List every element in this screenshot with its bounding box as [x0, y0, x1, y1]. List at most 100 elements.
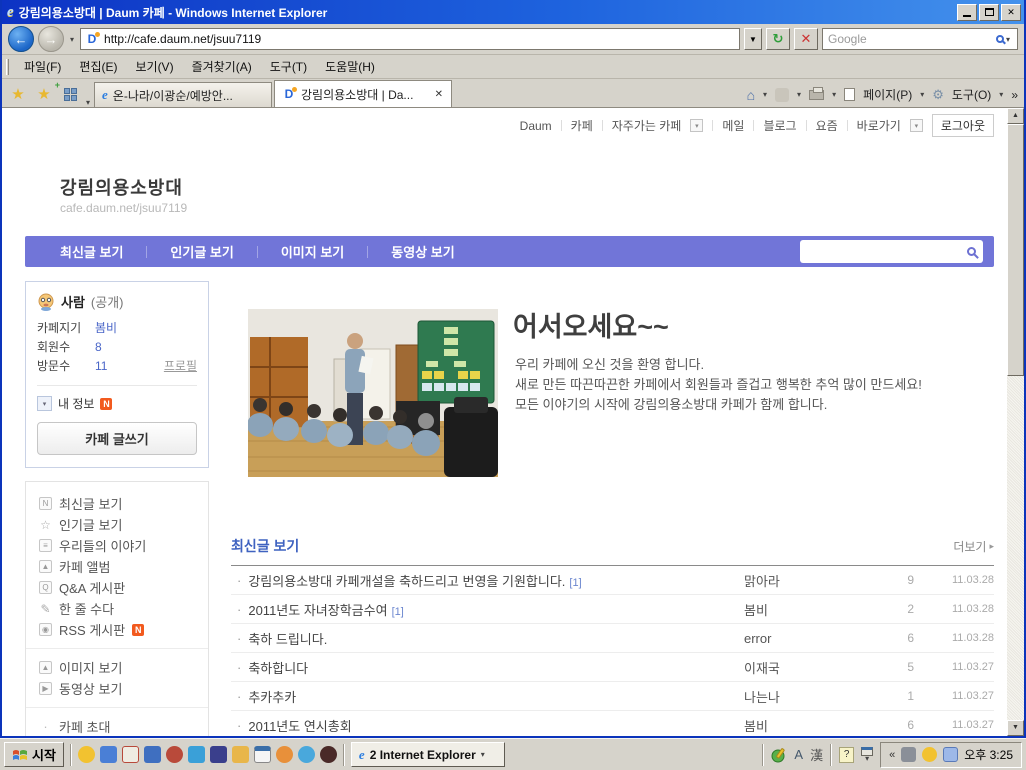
sidebar-item-latest[interactable]: N 최신글 보기: [39, 493, 195, 514]
my-info-toggle[interactable]: ▾: [37, 396, 52, 411]
my-info-label[interactable]: 내 정보: [58, 395, 94, 412]
stop-button[interactable]: ✕: [794, 28, 818, 50]
forward-button[interactable]: →: [38, 26, 64, 52]
table-row[interactable]: · 2011년도 연시총회 봄비 6 11.03.27: [231, 711, 994, 736]
menu-help[interactable]: 도움말(H): [316, 55, 384, 78]
vertical-scrollbar[interactable]: ▲ ▼: [1007, 108, 1024, 736]
quicklaunch-icon-3[interactable]: [122, 746, 139, 763]
quicklaunch-icon-12[interactable]: [320, 746, 337, 763]
more-link[interactable]: 더보기 ▸: [953, 538, 994, 555]
favorites-center-button[interactable]: ★: [6, 82, 30, 106]
shortcut-dropdown[interactable]: ▾: [910, 119, 923, 132]
sidebar-item-our-story[interactable]: ≡ 우리들의 이야기: [39, 535, 195, 556]
link-yozm[interactable]: 요즘: [816, 117, 838, 134]
table-row[interactable]: · 2011년도 자녀장학금수여[1] 봄비 2 11.03.28: [231, 595, 994, 624]
menu-favorites[interactable]: 즐겨찾기(A): [183, 55, 261, 78]
tray-collapse-icon[interactable]: «: [889, 749, 895, 761]
refresh-button[interactable]: ↻: [766, 28, 790, 50]
rss-icon[interactable]: [775, 88, 789, 102]
table-row[interactable]: · 축하합니다 이재국 5 11.03.27: [231, 653, 994, 682]
home-icon[interactable]: ⌂: [747, 87, 755, 103]
menu-edit[interactable]: 편집(E): [70, 55, 126, 78]
quick-tabs-button[interactable]: [58, 82, 82, 106]
post-author[interactable]: 맑아라: [744, 571, 864, 590]
cafe-search-icon[interactable]: [967, 247, 976, 256]
search-input[interactable]: Google ▾: [822, 28, 1018, 50]
quicklaunch-icon-4[interactable]: [144, 746, 161, 763]
quicklaunch-icon-1[interactable]: [78, 746, 95, 763]
post-author[interactable]: 봄비: [744, 600, 864, 619]
scrollbar-thumb[interactable]: [1007, 124, 1024, 376]
rss-dropdown[interactable]: ▾: [797, 90, 801, 99]
owner-link[interactable]: 봄비: [95, 319, 117, 338]
taskbar-button-ie-group[interactable]: e 2 Internet Explorer ▾: [351, 742, 505, 767]
quicklaunch-icon-6[interactable]: [188, 746, 205, 763]
sidebar-item-invite[interactable]: · 카페 초대: [39, 716, 195, 736]
sidebar-item-chat[interactable]: ✎ 한 줄 수다: [39, 598, 195, 619]
nav-popular-posts[interactable]: 인기글 보기: [147, 242, 256, 261]
sidebar-item-popular[interactable]: ☆ 인기글 보기: [39, 514, 195, 535]
link-cafe[interactable]: 카페: [571, 117, 593, 134]
table-row[interactable]: · 추카추카 나는나 1 11.03.27: [231, 682, 994, 711]
menu-tools[interactable]: 도구(T): [261, 55, 316, 78]
post-author[interactable]: 봄비: [744, 716, 864, 735]
ime-help-icon[interactable]: ?: [839, 747, 854, 763]
post-author[interactable]: 이재국: [744, 658, 864, 677]
tray-icon-1[interactable]: [901, 747, 916, 762]
quicklaunch-icon-7[interactable]: [210, 746, 227, 763]
scroll-down-button[interactable]: ▼: [1007, 720, 1024, 736]
menu-view[interactable]: 보기(V): [126, 55, 182, 78]
profile-link[interactable]: 프로필: [164, 357, 197, 376]
print-dropdown[interactable]: ▾: [832, 90, 836, 99]
sidebar-item-album[interactable]: ▲ 카페 앨범: [39, 556, 195, 577]
quicklaunch-icon-2[interactable]: [100, 746, 117, 763]
cafe-search-input[interactable]: [800, 240, 983, 263]
logout-button[interactable]: 로그아웃: [932, 114, 994, 137]
quicklaunch-icon-8[interactable]: [232, 746, 249, 763]
table-row[interactable]: · 강림의용소방대 카페개설을 축하드리고 번영을 기원합니다.[1] 맑아라 …: [231, 566, 994, 595]
link-frequent-cafe[interactable]: 자주가는 카페: [612, 117, 682, 134]
sidebar-item-image-view[interactable]: ▲ 이미지 보기: [39, 657, 195, 678]
quicklaunch-icon-5[interactable]: [166, 746, 183, 763]
scroll-up-button[interactable]: ▲: [1007, 108, 1024, 124]
quicklaunch-icon-9[interactable]: [254, 746, 271, 763]
post-author[interactable]: error: [744, 631, 864, 646]
page-dropdown[interactable]: ▾: [920, 90, 924, 99]
url-input[interactable]: D http://cafe.daum.net/jsuu7119: [80, 28, 740, 50]
tab-cafe-active[interactable]: D 강림의용소방대 | Da... ✕: [274, 80, 452, 107]
link-mail[interactable]: 메일: [722, 117, 744, 134]
maximize-button[interactable]: [979, 4, 999, 21]
url-dropdown-button[interactable]: ▼: [744, 28, 762, 50]
menu-file[interactable]: 파일(F): [15, 55, 70, 78]
tab-onnara[interactable]: e 온-나라/이광순/예방안...: [94, 82, 272, 107]
link-daum[interactable]: Daum: [520, 119, 552, 133]
tab-close-icon[interactable]: ✕: [434, 89, 444, 100]
sidebar-item-video-view[interactable]: ▶ 동영상 보기: [39, 678, 195, 699]
tray-icon-3[interactable]: [943, 747, 958, 762]
search-icon[interactable]: [996, 35, 1004, 43]
ime-pen-icon[interactable]: [771, 747, 787, 763]
minimize-button[interactable]: [957, 4, 977, 21]
ime-hanja-mode[interactable]: 漢: [810, 745, 823, 764]
quicklaunch-icon-11[interactable]: [298, 746, 315, 763]
quicklaunch-icon-10[interactable]: [276, 746, 293, 763]
tools-dropdown[interactable]: ▾: [999, 90, 1003, 99]
sidebar-item-qna[interactable]: Q Q&A 게시판: [39, 577, 195, 598]
add-favorite-button[interactable]: ★+: [32, 82, 56, 106]
frequent-cafe-dropdown[interactable]: ▾: [690, 119, 703, 132]
link-blog[interactable]: 블로그: [763, 117, 796, 134]
post-author[interactable]: 나는나: [744, 687, 864, 706]
back-button[interactable]: ←: [8, 26, 34, 52]
start-button[interactable]: 시작: [4, 742, 64, 767]
tray-icon-2[interactable]: [922, 747, 937, 762]
tab-list-dropdown[interactable]: ▾: [84, 98, 92, 107]
nav-videos[interactable]: 동영상 보기: [368, 242, 477, 261]
sidebar-item-rss[interactable]: ◉ RSS 게시판 N: [39, 619, 195, 640]
toolbar-overflow-icon[interactable]: »: [1011, 88, 1018, 102]
print-icon[interactable]: [809, 90, 824, 100]
table-row[interactable]: · 축하 드립니다. error 6 11.03.28: [231, 624, 994, 653]
nav-images[interactable]: 이미지 보기: [258, 242, 367, 261]
close-button[interactable]: ✕: [1001, 4, 1021, 21]
write-post-button[interactable]: 카페 글쓰기: [37, 422, 197, 455]
tools-button[interactable]: 도구(O): [952, 86, 991, 103]
